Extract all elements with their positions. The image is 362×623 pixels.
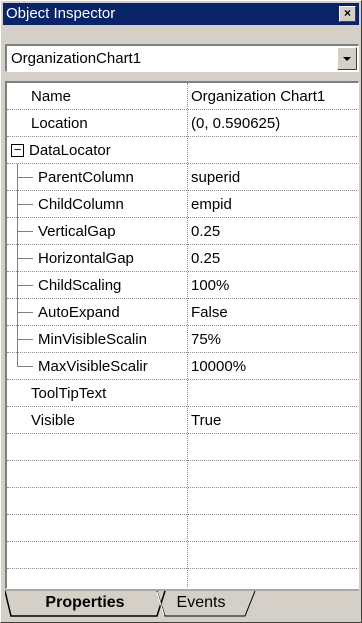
property-name: AutoExpand <box>38 304 120 321</box>
property-name: HorizontalGap <box>38 250 134 267</box>
title-bar[interactable]: Object Inspector × <box>3 3 359 25</box>
tree-branch <box>17 285 33 286</box>
tree-branch <box>17 339 33 340</box>
tree-branch <box>17 204 33 205</box>
tab-strip: Properties Events <box>5 589 359 619</box>
empty-row <box>7 515 358 542</box>
tree-connector <box>17 353 18 367</box>
property-row[interactable]: HorizontalGap 0.25 <box>7 245 358 272</box>
property-name: ChildScaling <box>38 277 122 294</box>
tree-branch <box>17 366 33 367</box>
chevron-down-icon[interactable] <box>337 47 357 70</box>
property-value[interactable]: 100% <box>191 272 357 299</box>
tree-branch <box>17 258 33 259</box>
property-value[interactable]: 10000% <box>191 353 357 380</box>
property-row[interactable]: ChildScaling 100% <box>7 272 358 299</box>
empty-row <box>7 542 358 569</box>
property-value[interactable]: empid <box>191 191 357 218</box>
property-row[interactable]: − DataLocator <box>7 137 358 164</box>
property-row[interactable]: ToolTipText <box>7 380 358 407</box>
property-row[interactable]: Name Organization Chart1 <box>7 83 358 110</box>
property-row[interactable]: MaxVisibleScalir 10000% <box>7 353 358 380</box>
property-row[interactable]: ChildColumn empid <box>7 191 358 218</box>
close-button[interactable]: × <box>339 6 356 22</box>
property-grid: Name Organization Chart1 Location (0, 0.590… <box>5 81 359 589</box>
close-icon: × <box>343 6 351 20</box>
empty-row <box>7 488 358 515</box>
property-value[interactable] <box>191 137 357 164</box>
property-value[interactable]: 75% <box>191 326 357 353</box>
empty-row <box>7 434 358 461</box>
property-name: MaxVisibleScalir <box>38 358 148 375</box>
property-value[interactable]: 0.25 <box>191 245 357 272</box>
collapse-icon[interactable]: − <box>11 143 24 157</box>
property-name: VerticalGap <box>38 223 116 240</box>
property-row[interactable]: Location (0, 0.590625) <box>7 110 358 137</box>
tree-branch <box>17 312 33 313</box>
property-name: MinVisibleScalin <box>38 331 147 348</box>
property-row[interactable]: VerticalGap 0.25 <box>7 218 358 245</box>
tab-events[interactable]: Events <box>155 591 247 615</box>
empty-row <box>7 461 358 488</box>
property-row[interactable]: Visible True <box>7 407 358 434</box>
property-value[interactable] <box>191 380 357 407</box>
property-name: Name <box>31 88 72 105</box>
property-name: Visible <box>31 412 75 429</box>
window-title: Object Inspector <box>6 5 116 22</box>
tree-branch <box>17 177 33 178</box>
property-value[interactable]: 0.25 <box>191 218 357 245</box>
property-name: ChildColumn <box>38 196 124 213</box>
property-name: DataLocator <box>29 142 111 159</box>
object-selector[interactable]: OrganizationChart1 <box>5 44 359 72</box>
property-name: ParentColumn <box>38 169 134 186</box>
tree-branch <box>17 231 33 232</box>
property-value[interactable]: Organization Chart1 <box>191 83 357 110</box>
object-inspector-window: Object Inspector × OrganizationChart1 Na… <box>0 0 362 623</box>
tab-properties[interactable]: Properties <box>5 589 165 617</box>
property-row[interactable]: ParentColumn superid <box>7 164 358 191</box>
property-value[interactable]: False <box>191 299 357 326</box>
property-row[interactable]: AutoExpand False <box>7 299 358 326</box>
object-selector-value: OrganizationChart1 <box>11 50 142 67</box>
property-value[interactable]: (0, 0.590625) <box>191 110 357 137</box>
property-row[interactable]: MinVisibleScalin 75% <box>7 326 358 353</box>
property-name: ToolTipText <box>31 385 107 402</box>
property-name: Location <box>31 115 88 132</box>
property-value[interactable]: superid <box>191 164 357 191</box>
property-value[interactable]: True <box>191 407 357 434</box>
